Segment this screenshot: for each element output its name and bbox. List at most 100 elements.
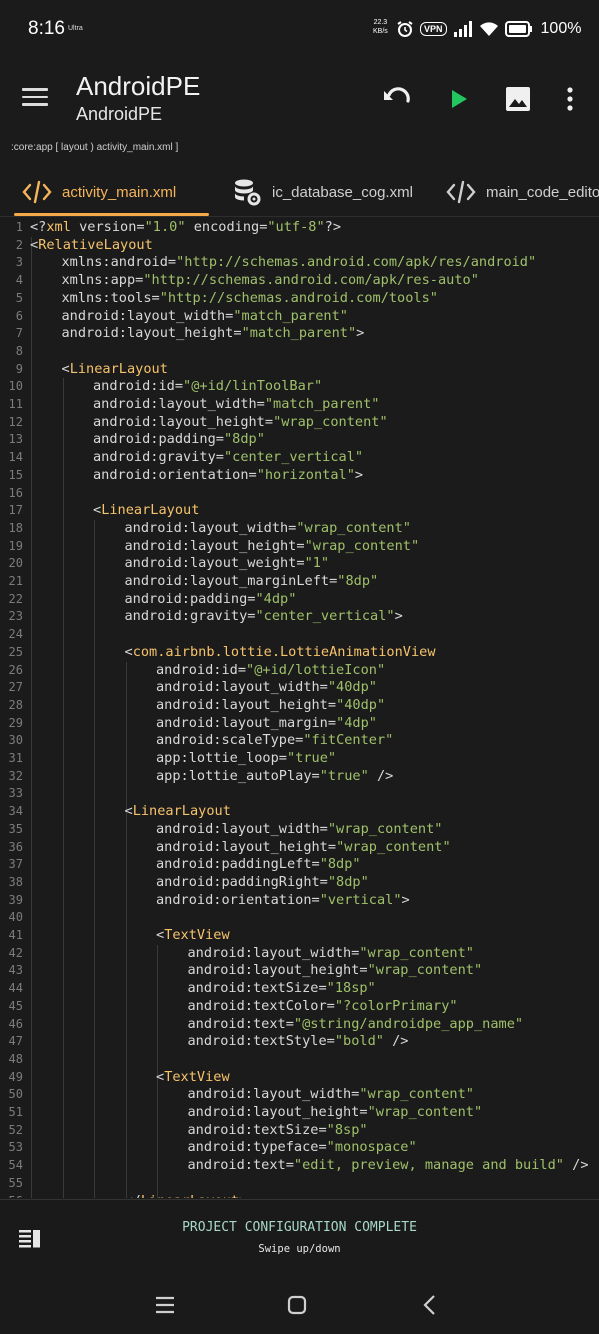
code-line[interactable]: 48 <box>0 1051 599 1069</box>
code-token: "1.0" <box>144 219 186 235</box>
code-line[interactable]: 3 xmlns:android="http://schemas.android.c… <box>0 254 599 272</box>
code-line[interactable]: 6 android:layout_width="match_parent" <box>0 308 599 326</box>
code-line[interactable]: 35 android:layout_width="wrap_content" <box>0 821 599 839</box>
code-line[interactable]: 1 <?xml version="1.0" encoding="utf-8"?> <box>0 219 599 237</box>
code-line[interactable]: 30 android:scaleType="fitCenter" <box>0 732 599 750</box>
code-line[interactable]: 38 android:paddingRight="8dp" <box>0 874 599 892</box>
tab-ic-database-cog[interactable]: ic_database_cog.xml <box>232 168 413 216</box>
run-button[interactable] <box>442 82 476 116</box>
code-text: android:gravity="center_vertical" <box>93 449 363 467</box>
code-line[interactable]: 10 android:id="@+id/linToolBar" <box>0 378 599 396</box>
code-line[interactable]: 33 <box>0 785 599 803</box>
tab-main-code-editor[interactable]: main_code_editor <box>446 168 599 216</box>
line-number: 15 <box>8 467 23 482</box>
code-line[interactable]: 53 android:typeface="monospace" <box>0 1139 599 1157</box>
recents-nav-icon[interactable] <box>150 1290 180 1320</box>
code-line[interactable]: 20 android:layout_weight="1" <box>0 555 599 573</box>
home-nav-icon[interactable] <box>282 1290 312 1320</box>
code-line[interactable]: 9 <LinearLayout <box>0 361 599 379</box>
code-token: "8dp" <box>337 573 379 589</box>
code-token: android:id= <box>156 661 247 678</box>
code-line[interactable]: 14 android:gravity="center_vertical" <box>0 449 599 467</box>
code-line[interactable]: 34 <LinearLayout <box>0 803 599 821</box>
code-line[interactable]: 25 <com.airbnb.lottie.LottieAnimationView <box>0 644 599 662</box>
code-line[interactable]: 50 android:layout_width="wrap_content" <box>0 1086 599 1104</box>
code-line[interactable]: 46 android:text="@string/androidpe_app_na… <box>0 1016 599 1034</box>
code-line[interactable]: 7 android:layout_height="match_parent"> <box>0 325 599 343</box>
tab-activity-main[interactable]: activity_main.xml <box>22 168 176 216</box>
code-line[interactable]: 8 <box>0 343 599 361</box>
code-line[interactable]: 37 android:paddingLeft="8dp" <box>0 856 599 874</box>
code-line[interactable]: 24 <box>0 626 599 644</box>
code-line[interactable]: 18 android:layout_width="wrap_content" <box>0 520 599 538</box>
line-number: 55 <box>8 1175 23 1190</box>
more-options-button[interactable] <box>555 82 585 116</box>
line-number: 11 <box>8 397 23 411</box>
line-number: 49 <box>8 1069 23 1084</box>
code-line[interactable]: 27 android:layout_width="40dp" <box>0 679 599 697</box>
code-token: "8dp" <box>327 873 369 890</box>
line-number: 13 <box>8 432 23 447</box>
code-line[interactable]: 5 xmlns:tools="http://schemas.android.com… <box>0 290 599 308</box>
code-line[interactable]: 54 android:text="edit, preview, manage an… <box>0 1157 599 1175</box>
code-line[interactable]: 56 </LinearLayout> <box>0 1193 599 1199</box>
code-text: android:layout_height="wrap_content" <box>93 414 388 432</box>
code-line[interactable]: 28 android:layout_height="40dp" <box>0 697 599 715</box>
code-line[interactable]: 29 android:layout_margin="4dp" <box>0 715 599 733</box>
code-line[interactable]: 23 android:gravity="center_vertical"> <box>0 608 599 626</box>
code-line[interactable]: 22 android:padding="4dp" <box>0 591 599 609</box>
breadcrumb[interactable]: :core:app [ layout ) activity_main.xml ] <box>11 142 178 153</box>
line-number: 18 <box>8 520 23 535</box>
code-token: "match_parent" <box>264 396 380 412</box>
code-line[interactable]: 49 <TextView <box>0 1069 599 1087</box>
line-number: 17 <box>8 503 23 518</box>
code-text: <com.airbnb.lottie.LottieAnimationView <box>125 644 436 662</box>
line-number: 16 <box>8 485 23 500</box>
code-line[interactable]: 43 android:layout_height="wrap_content" <box>0 962 599 980</box>
menu-icon[interactable] <box>22 88 48 108</box>
code-line[interactable]: 52 android:textSize="8sp" <box>0 1122 599 1140</box>
code-line[interactable]: 42 android:layout_width="wrap_content" <box>0 945 599 963</box>
code-line[interactable]: 21 android:layout_marginLeft="8dp" <box>0 573 599 591</box>
code-editor[interactable]: 1 <?xml version="1.0" encoding="utf-8"?> 2… <box>0 218 599 1198</box>
code-line[interactable]: 13 android:padding="8dp" <box>0 431 599 449</box>
code-line[interactable]: 26 android:id="@+id/lottieIcon" <box>0 662 599 680</box>
build-status-message: PROJECT CONFIGURATION COMPLETE <box>182 1220 417 1235</box>
code-token: "@string/androidpe_app_name" <box>293 1015 524 1032</box>
code-token: android:layout_marginLeft= <box>124 573 338 589</box>
code-line[interactable]: 16 <box>0 485 599 503</box>
code-token: android:layout_height= <box>187 962 368 979</box>
code-line[interactable]: 41 <TextView <box>0 927 599 945</box>
code-line[interactable]: 44 android:textSize="18sp" <box>0 980 599 998</box>
code-line[interactable]: 55 <box>0 1175 599 1193</box>
code-line[interactable]: 45 android:textColor="?colorPrimary" <box>0 998 599 1016</box>
code-line[interactable]: 15 android:orientation="horizontal"> <box>0 467 599 485</box>
code-token: android:layout_weight= <box>124 555 305 572</box>
build-status-panel[interactable]: PROJECT CONFIGURATION COMPLETE Swipe up/… <box>0 1199 599 1334</box>
code-line[interactable]: 51 android:layout_height="wrap_content" <box>0 1104 599 1122</box>
code-line[interactable]: 36 android:layout_height="wrap_content" <box>0 839 599 857</box>
code-line[interactable]: 39 android:orientation="vertical"> <box>0 892 599 910</box>
line-number: 40 <box>8 910 23 925</box>
code-line[interactable]: 4 xmlns:app="http://schemas.android.com/a… <box>0 272 599 290</box>
line-number: 3 <box>15 255 23 270</box>
code-token: android:orientation= <box>156 891 320 908</box>
code-line[interactable]: 40 <box>0 909 599 927</box>
code-line[interactable]: 31 app:lottie_loop="true" <box>0 750 599 768</box>
preview-button[interactable] <box>501 82 535 116</box>
code-line[interactable]: 17 <LinearLayout <box>0 502 599 520</box>
code-token: < <box>156 927 165 943</box>
back-nav-icon[interactable] <box>415 1290 445 1320</box>
code-token: "wrap_content" <box>273 413 388 430</box>
line-number: 29 <box>8 715 23 730</box>
code-line[interactable]: 12 android:layout_height="wrap_content" <box>0 414 599 432</box>
line-number: 6 <box>15 308 23 323</box>
code-line[interactable]: 19 android:layout_height="wrap_content" <box>0 538 599 556</box>
undo-button[interactable] <box>380 82 414 116</box>
code-line[interactable]: 2 <RelativeLayout <box>0 237 599 255</box>
code-line[interactable]: 11 android:layout_width="match_parent" <box>0 396 599 414</box>
code-line[interactable]: 32 app:lottie_autoPlay="true" /> <box>0 768 599 786</box>
code-text: android:layout_margin="4dp" <box>156 715 377 733</box>
code-line[interactable]: 47 android:textStyle="bold" /> <box>0 1033 599 1051</box>
code-text: android:layout_marginLeft="8dp" <box>125 573 379 591</box>
